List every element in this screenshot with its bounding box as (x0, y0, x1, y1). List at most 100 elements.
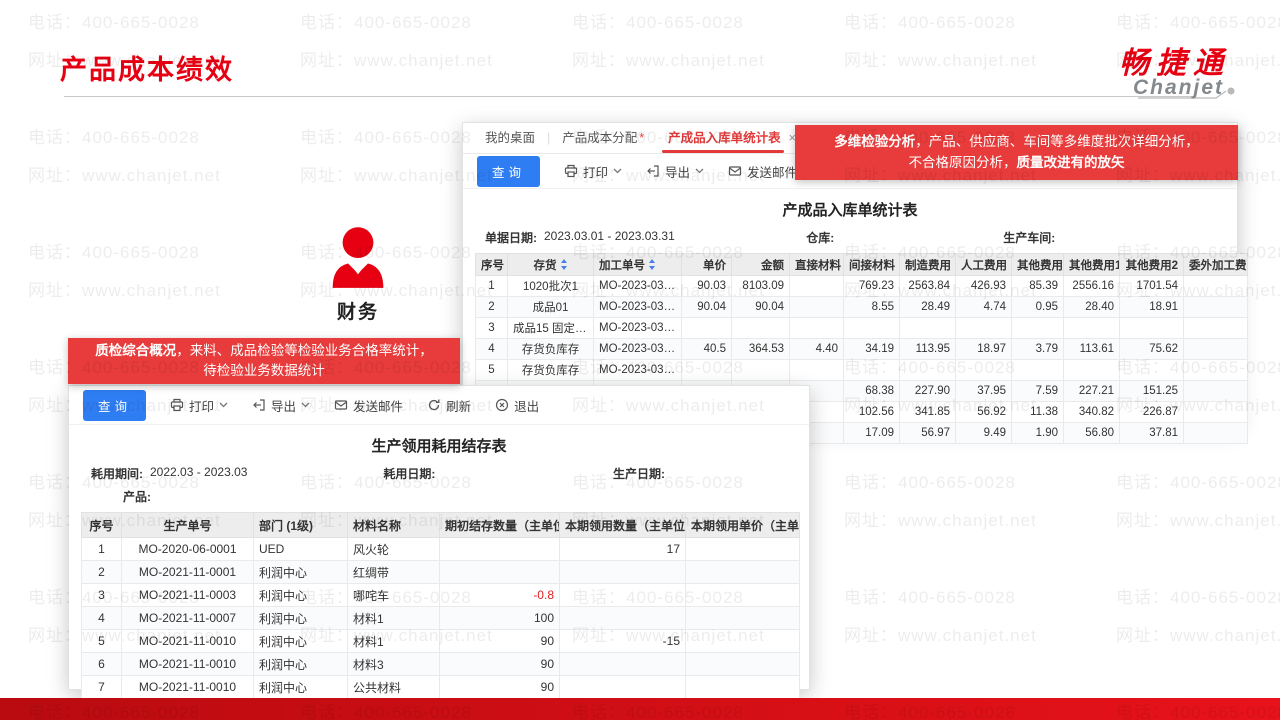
filter-production-date[interactable]: 生产日期: (613, 465, 672, 482)
column-header[interactable]: 加工单号 (593, 253, 682, 276)
cell (559, 606, 686, 630)
cell (1183, 422, 1248, 444)
table-row[interactable]: 2 MO-2021-11-0001 利润中心 红绸带 (81, 560, 800, 584)
column-header[interactable]: 人工费用 (955, 253, 1012, 276)
export-button[interactable]: 导出 (646, 162, 704, 181)
column-header[interactable]: 本期领用单价（主单位） (685, 512, 800, 538)
column-header[interactable]: 序号 (81, 512, 122, 538)
cell: 利润中心 (253, 629, 348, 653)
filter-warehouse[interactable]: 仓库: (806, 229, 1003, 246)
filter-row: 单据日期: 2023.03.01 - 2023.03.31 仓库: 生产车间: (485, 229, 1215, 246)
cell: 存货负库存 (507, 359, 594, 381)
exit-button[interactable]: 退出 (495, 396, 539, 415)
column-header[interactable]: 期初结存数量（主单位） (439, 512, 560, 538)
tab-my-desktop[interactable]: 我的桌面 (473, 123, 547, 153)
cell (1011, 359, 1064, 381)
cell: 37.95 (955, 380, 1012, 402)
export-icon (647, 165, 659, 177)
cell: 85.39 (1011, 275, 1064, 297)
print-button[interactable]: 打印 (564, 162, 622, 181)
export-button[interactable]: 导出 (252, 396, 310, 415)
cell: 68.38 (843, 380, 900, 402)
cell: 227.90 (899, 380, 956, 402)
cell: 90 (439, 652, 560, 676)
tab-finished-goods-report[interactable]: 产成品入库单统计表 × (656, 123, 808, 153)
filter-product[interactable]: 产品: (123, 488, 158, 505)
cell: 90.04 (731, 296, 790, 318)
cell (685, 560, 800, 584)
table-row[interactable]: 3 成品15 固定3... MO-2023-03-0... (475, 317, 1248, 339)
cell: 0.95 (1011, 296, 1064, 318)
refresh-button[interactable]: 刷新 (427, 396, 471, 415)
chevron-down-icon (695, 168, 704, 174)
cell: 材料3 (347, 652, 440, 676)
filter-consume-date[interactable]: 耗用日期: (383, 465, 613, 482)
cell (899, 359, 956, 381)
cell: 90.03 (681, 275, 732, 297)
cell: 4 (475, 338, 508, 360)
column-header[interactable]: 委外加工费 (1183, 253, 1248, 276)
filter-consume-period[interactable]: 耗用期间: 2022.03 - 2023.03 (91, 465, 383, 482)
mail-icon (728, 166, 742, 176)
column-header[interactable]: 其他费用 (1011, 253, 1064, 276)
cell: 4.74 (955, 296, 1012, 318)
column-header[interactable]: 直接材料 (789, 253, 844, 276)
column-header[interactable]: 其他费用1 (1063, 253, 1120, 276)
export-icon (253, 399, 265, 411)
cell: 113.95 (899, 338, 956, 360)
role-label: 财务 (336, 302, 379, 323)
window-consumption-report: 查询 打印 导出 发送邮件 刷新 退出 生产领用耗用结存表 耗用期间: 2022… (68, 385, 810, 699)
column-header[interactable]: 本期领用数量（主单位） (559, 512, 686, 538)
cell: 341.85 (899, 401, 956, 423)
filter-workshop[interactable]: 生产车间: (1003, 229, 1062, 246)
column-header[interactable]: 部门 (1级) (253, 512, 348, 538)
table-row[interactable]: 6 MO-2021-11-0010 利润中心 材料3 90 (81, 652, 800, 676)
send-mail-button[interactable]: 发送邮件 (728, 162, 797, 181)
query-button[interactable]: 查询 (83, 389, 147, 421)
table-row[interactable]: 4 存货负库存 MO-2023-03-0... 40.5 364.53 4.40 34.19… (475, 338, 1248, 360)
cell (559, 583, 686, 607)
cell: 5 (475, 359, 508, 381)
table-row[interactable]: 3 MO-2021-11-0003 利润中心 哪咤车 -0.8 (81, 583, 800, 607)
column-header[interactable]: 单价 (681, 253, 732, 276)
watermark: 电话：400-665-0028网址：www.chanjet.net (300, 13, 493, 70)
callout-quality-overview: 质检综合概况，来料、成品检验等检验业务合格率统计， 待检验业务数据统计 (68, 338, 460, 384)
query-button[interactable]: 查询 (477, 155, 541, 187)
filter-doc-date[interactable]: 单据日期: 2023.03.01 - 2023.03.31 (485, 229, 806, 246)
cell: 利润中心 (253, 606, 348, 630)
column-header[interactable]: 其他费用2 (1119, 253, 1184, 276)
column-header[interactable]: 生产单号 (121, 512, 254, 538)
cell: 2 (475, 296, 508, 318)
table-row[interactable]: 4 MO-2021-11-0007 利润中心 材料1 100 (81, 606, 800, 630)
column-header[interactable]: 间接材料 (843, 253, 900, 276)
sort-icon[interactable] (648, 258, 656, 270)
watermark: 电话：400-665-0028网址：www.chanjet.net (1116, 588, 1280, 645)
column-header[interactable]: 存货 (507, 253, 594, 276)
print-button[interactable]: 打印 (170, 396, 228, 415)
send-mail-button[interactable]: 发送邮件 (334, 396, 403, 415)
column-header[interactable]: 金额 (731, 253, 790, 276)
table-row[interactable]: 1 1020批次1 MO-2023-03-0... 90.03 8103.09 769.2… (475, 275, 1248, 297)
column-header[interactable]: 序号 (475, 253, 508, 276)
consumption-table: 序号生产单号部门 (1级)材料名称期初结存数量（主单位）本期领用数量（主单位）本… (81, 512, 800, 699)
table-row[interactable]: 7 MO-2021-11-0010 利润中心 公共材料 90 (81, 675, 800, 699)
table-row[interactable]: 5 MO-2021-11-0010 利润中心 材料1 90 -15 (81, 629, 800, 653)
table-row[interactable]: 5 存货负库存 MO-2023-03-0... (475, 359, 1248, 381)
cell (681, 317, 732, 339)
cell: MO-2021-11-0010 (121, 652, 254, 676)
cell: 利润中心 (253, 560, 348, 584)
cell: 1020批次1 (507, 275, 594, 297)
sort-icon[interactable] (560, 258, 568, 270)
cell: 18.91 (1119, 296, 1184, 318)
printer-icon (170, 398, 184, 412)
cell: 100 (439, 606, 560, 630)
unsaved-indicator: * (639, 131, 645, 145)
tab-product-cost-allocation[interactable]: 产品成本分配 * (550, 123, 656, 153)
column-header[interactable]: 材料名称 (347, 512, 440, 538)
table-row[interactable]: 2 成品01 MO-2023-03-0... 90.04 90.04 8.55 28.49 4… (475, 296, 1248, 318)
cell: 2 (81, 560, 122, 584)
brand-logo: 畅捷通 Chanjet (1119, 38, 1230, 100)
table-row[interactable]: 1 MO-2020-06-0001 UED 风火轮 17 (81, 537, 800, 561)
cell (1011, 317, 1064, 339)
column-header[interactable]: 制造费用 (899, 253, 956, 276)
